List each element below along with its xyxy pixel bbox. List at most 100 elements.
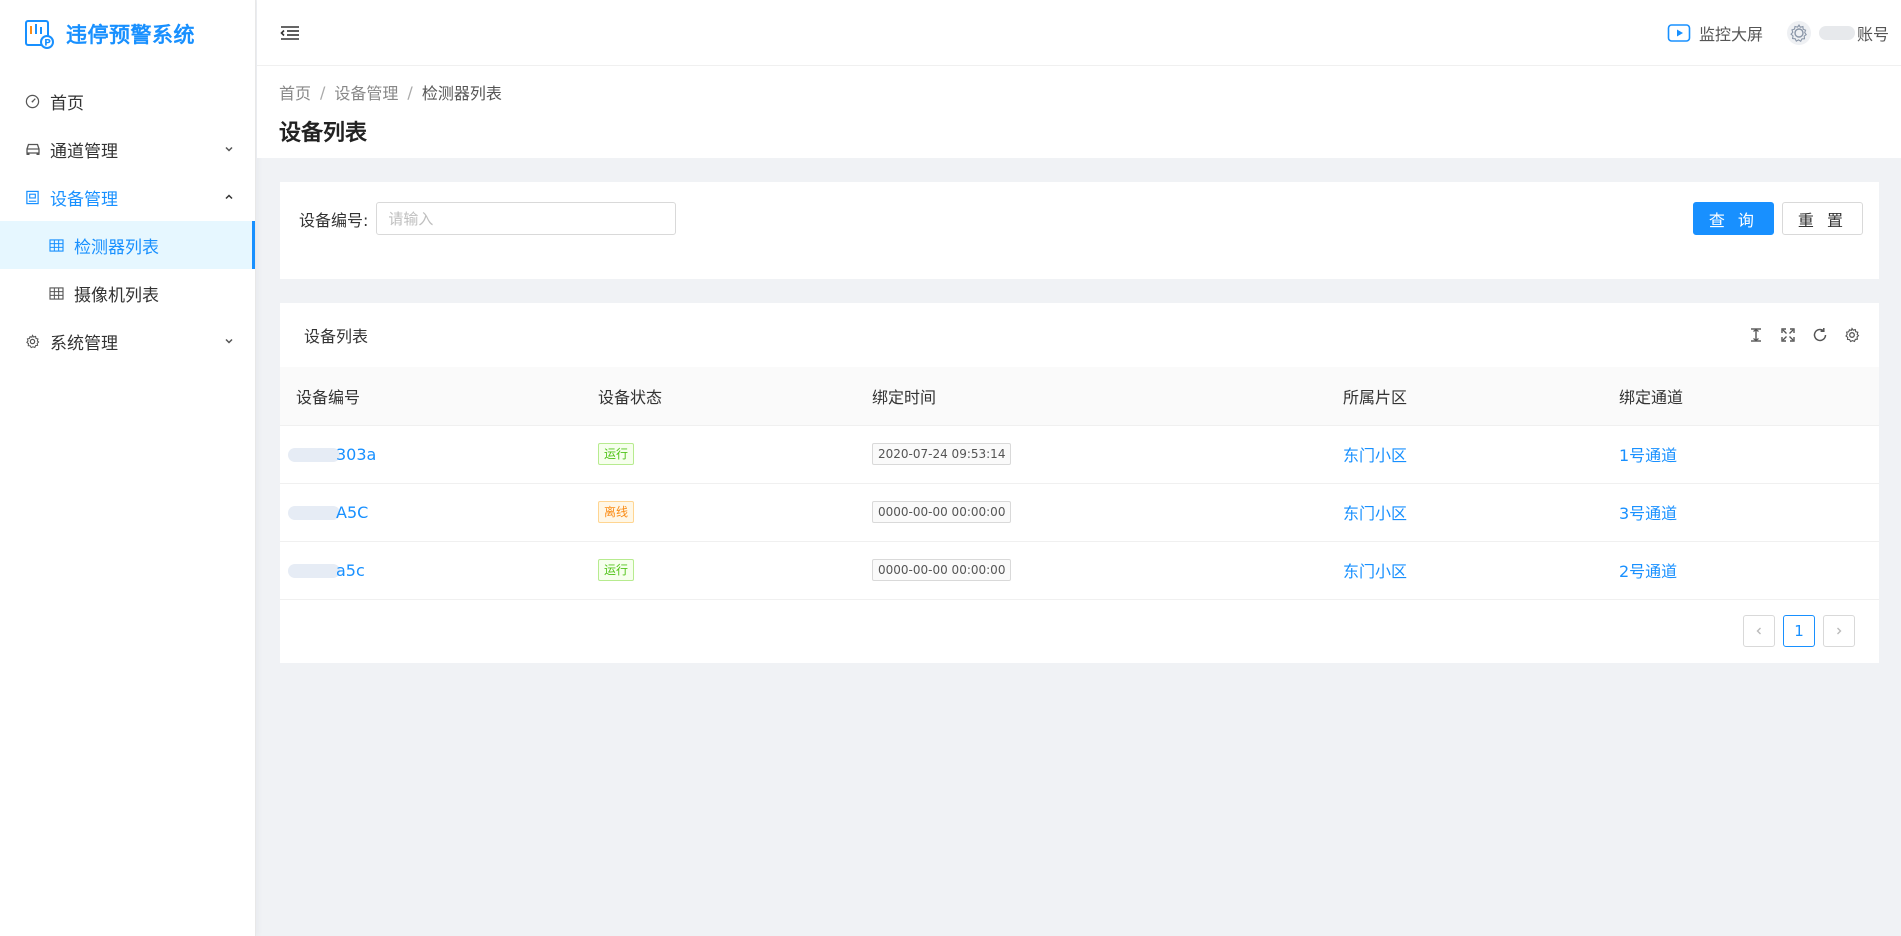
status-cell: 离线	[582, 483, 856, 542]
sidebar-item-label: 系统管理	[50, 333, 118, 354]
sidebar-item-system[interactable]: 系统管理	[0, 317, 255, 365]
sidebar-item-label: 首页	[50, 93, 84, 114]
table-header-row: 设备编号 设备状态 绑定时间 所属片区 绑定通道	[280, 367, 1879, 426]
page-number-button[interactable]: 1	[1783, 615, 1815, 647]
breadcrumb: 首页 / 设备管理 / 检测器列表	[279, 80, 1901, 104]
table-tools	[1733, 326, 1879, 344]
area-cell[interactable]: 东门小区	[1327, 483, 1603, 542]
status-cell: 运行	[582, 541, 856, 600]
search-actions: 查 询 重 置	[1692, 202, 1863, 235]
status-badge: 运行	[598, 559, 635, 581]
app-logo[interactable]: P 违停预警系统	[0, 0, 255, 68]
page-title: 设备列表	[279, 121, 368, 146]
bind-time-cell: 2020-07-24 09:53:14	[856, 425, 1327, 484]
account-name-redacted	[1818, 25, 1855, 40]
channel-link[interactable]: 1号通道	[1619, 446, 1677, 465]
table-row: A5C 离线 0000-00-00 00:00:00 东门小区 3号通道	[280, 483, 1879, 542]
column-header: 设备状态	[582, 367, 856, 426]
monitor-screen-link[interactable]: 监控大屏	[1667, 21, 1763, 45]
prev-page-button[interactable]	[1743, 615, 1775, 647]
channel-link[interactable]: 2号通道	[1619, 562, 1677, 581]
breadcrumb-separator: /	[320, 82, 326, 102]
device-table: 设备编号 设备状态 绑定时间 所属片区 绑定通道 303a 运行 2020-07…	[280, 367, 1879, 600]
sidebar-item-label: 设备管理	[50, 189, 118, 210]
area-cell[interactable]: 东门小区	[1327, 425, 1603, 484]
table-icon	[48, 285, 65, 302]
reload-icon[interactable]	[1811, 326, 1829, 344]
sidebar-item-channel[interactable]: 通道管理	[0, 125, 255, 173]
column-header: 绑定通道	[1603, 367, 1879, 426]
sidebar-item-camera-list[interactable]: 摄像机列表	[0, 269, 255, 317]
device-id-cell[interactable]: a5c	[280, 541, 582, 600]
area-link[interactable]: 东门小区	[1343, 446, 1407, 465]
column-header: 绑定时间	[856, 367, 1327, 426]
next-page-button[interactable]	[1823, 615, 1855, 647]
logo-icon: P	[24, 18, 56, 50]
area-cell[interactable]: 东门小区	[1327, 541, 1603, 600]
search-row: 设备编号:	[299, 202, 677, 235]
setting-icon[interactable]	[1843, 326, 1861, 344]
sidebar-item-label: 检测器列表	[74, 237, 159, 258]
status-cell: 运行	[582, 425, 856, 484]
table-row: 303a 运行 2020-07-24 09:53:14 东门小区 1号通道	[280, 425, 1879, 484]
page-header: 首页 / 设备管理 / 检测器列表 设备列表	[257, 66, 1901, 158]
time-badge: 0000-00-00 00:00:00	[872, 501, 1012, 523]
account-label: 账号	[1856, 24, 1889, 44]
top-header: 监控大屏 账号	[257, 0, 1901, 66]
column-header: 所属片区	[1327, 367, 1603, 426]
fullscreen-icon[interactable]	[1779, 326, 1797, 344]
device-id-suffix: a5c	[336, 560, 365, 580]
chevron-right-icon	[1837, 627, 1842, 635]
time-badge: 2020-07-24 09:53:14	[872, 443, 1012, 465]
header-actions: 监控大屏 账号	[1643, 20, 1901, 45]
breadcrumb-separator: /	[407, 82, 413, 102]
column-header: 设备编号	[280, 367, 582, 426]
device-submenu: 检测器列表 摄像机列表	[0, 221, 255, 317]
device-id-cell[interactable]: A5C	[280, 483, 582, 542]
breadcrumb-item-current: 检测器列表	[421, 84, 502, 103]
device-id-redacted	[288, 564, 340, 578]
breadcrumb-item-device[interactable]: 设备管理	[334, 80, 398, 104]
device-icon	[24, 189, 41, 206]
device-id-suffix: 303a	[336, 444, 377, 464]
device-id-cell[interactable]: 303a	[280, 425, 582, 484]
bind-time-cell: 0000-00-00 00:00:00	[856, 541, 1327, 600]
account-menu[interactable]: 账号	[1786, 20, 1889, 45]
table-title: 设备列表	[304, 327, 369, 346]
query-button[interactable]: 查 询	[1692, 202, 1774, 235]
gear-icon	[24, 333, 41, 350]
sidebar-menu: 首页 通道管理 设备管理 检测器列表 摄像机列表 系统管理	[0, 77, 255, 365]
svg-text:P: P	[44, 39, 51, 49]
device-table-panel: 设备列表 设备编号 设备状态 绑定时间 所属片区 绑定通道 303a 运行 20…	[280, 303, 1879, 663]
menu-fold-icon[interactable]	[279, 22, 301, 44]
channel-cell[interactable]: 3号通道	[1603, 483, 1879, 542]
dashboard-icon	[24, 93, 41, 110]
device-id-redacted	[288, 506, 340, 520]
column-height-icon[interactable]	[1747, 326, 1765, 344]
search-panel: 设备编号: 查 询 重 置	[280, 182, 1879, 279]
status-badge: 运行	[598, 443, 635, 465]
avatar	[1786, 20, 1811, 45]
device-id-label: 设备编号:	[299, 210, 369, 230]
chevron-up-icon	[223, 191, 235, 203]
sidebar-item-home[interactable]: 首页	[0, 77, 255, 125]
bind-time-cell: 0000-00-00 00:00:00	[856, 483, 1327, 542]
chevron-down-icon	[223, 335, 235, 347]
sidebar-item-detector-list[interactable]: 检测器列表	[0, 221, 255, 269]
area-link[interactable]: 东门小区	[1343, 504, 1407, 523]
channel-cell[interactable]: 2号通道	[1603, 541, 1879, 600]
sidebar: P 违停预警系统 首页 通道管理 设备管理 检测器列表 摄像机列表 系统管理	[0, 0, 256, 936]
area-link[interactable]: 东门小区	[1343, 562, 1407, 581]
device-id-suffix: A5C	[336, 502, 369, 522]
monitor-screen-label: 监控大屏	[1698, 24, 1763, 44]
sidebar-item-device[interactable]: 设备管理	[0, 173, 255, 221]
reset-button[interactable]: 重 置	[1781, 202, 1863, 235]
channel-cell[interactable]: 1号通道	[1603, 425, 1879, 484]
car-icon	[24, 141, 41, 158]
app-title: 违停预警系统	[66, 23, 195, 47]
channel-link[interactable]: 3号通道	[1619, 504, 1677, 523]
chevron-down-icon	[223, 143, 235, 155]
device-id-input[interactable]	[376, 202, 677, 235]
chevron-left-icon	[1756, 627, 1761, 635]
breadcrumb-item-home[interactable]: 首页	[279, 80, 311, 104]
